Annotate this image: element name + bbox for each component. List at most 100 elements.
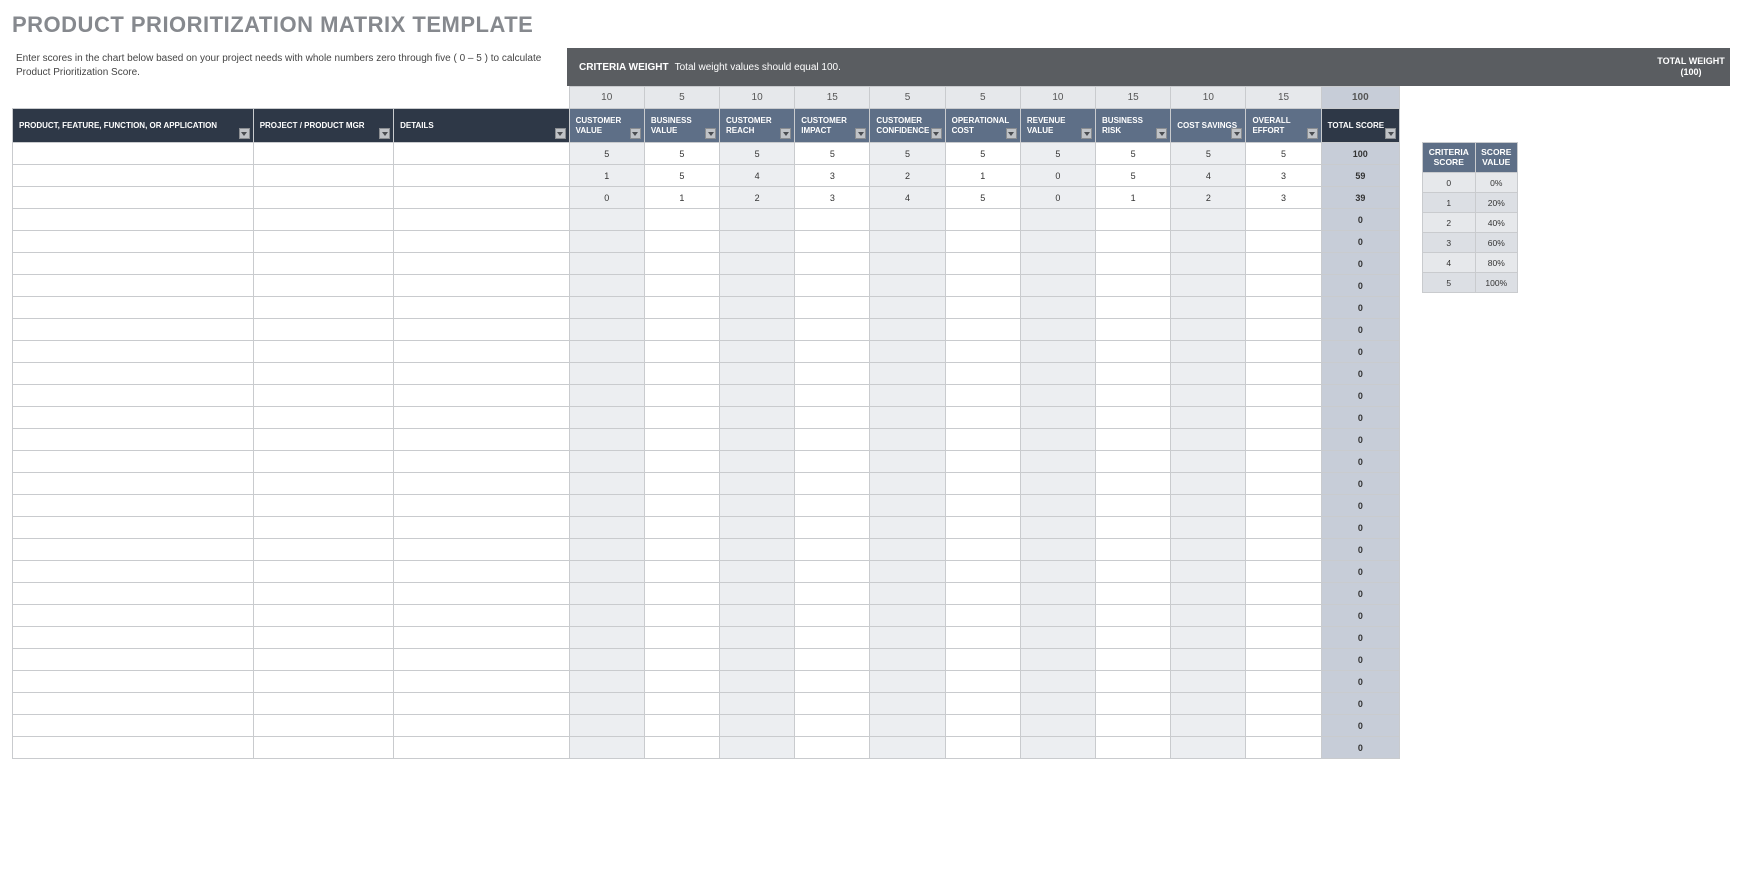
score-cell[interactable] bbox=[1246, 385, 1321, 407]
score-cell[interactable]: 5 bbox=[1096, 165, 1171, 187]
score-cell[interactable]: 4 bbox=[720, 165, 795, 187]
score-cell[interactable] bbox=[945, 407, 1020, 429]
mgr-cell[interactable] bbox=[253, 385, 393, 407]
product-cell[interactable] bbox=[13, 517, 254, 539]
score-cell[interactable] bbox=[945, 583, 1020, 605]
score-cell[interactable] bbox=[720, 627, 795, 649]
score-cell[interactable] bbox=[720, 539, 795, 561]
score-cell[interactable]: 3 bbox=[1246, 165, 1321, 187]
product-cell[interactable] bbox=[13, 253, 254, 275]
score-cell[interactable] bbox=[644, 561, 719, 583]
score-cell[interactable]: 5 bbox=[795, 143, 870, 165]
mgr-cell[interactable] bbox=[253, 363, 393, 385]
mgr-cell[interactable] bbox=[253, 407, 393, 429]
score-cell[interactable] bbox=[795, 583, 870, 605]
filter-dropdown-icon[interactable] bbox=[1006, 128, 1017, 139]
score-cell[interactable] bbox=[1020, 429, 1095, 451]
score-cell[interactable] bbox=[1171, 297, 1246, 319]
score-cell[interactable] bbox=[720, 715, 795, 737]
details-cell[interactable] bbox=[394, 671, 570, 693]
score-cell[interactable] bbox=[945, 737, 1020, 759]
mgr-cell[interactable] bbox=[253, 649, 393, 671]
score-cell[interactable] bbox=[569, 561, 644, 583]
score-cell[interactable] bbox=[569, 737, 644, 759]
score-cell[interactable] bbox=[644, 583, 719, 605]
score-cell[interactable] bbox=[870, 297, 945, 319]
score-cell[interactable] bbox=[1171, 693, 1246, 715]
score-cell[interactable] bbox=[870, 561, 945, 583]
score-cell[interactable] bbox=[1020, 693, 1095, 715]
filter-dropdown-icon[interactable] bbox=[1081, 128, 1092, 139]
product-cell[interactable] bbox=[13, 407, 254, 429]
score-cell[interactable] bbox=[795, 429, 870, 451]
score-cell[interactable] bbox=[1171, 231, 1246, 253]
score-cell[interactable]: 5 bbox=[720, 143, 795, 165]
product-cell[interactable] bbox=[13, 363, 254, 385]
score-cell[interactable] bbox=[870, 451, 945, 473]
mgr-cell[interactable] bbox=[253, 187, 393, 209]
mgr-cell[interactable] bbox=[253, 231, 393, 253]
filter-dropdown-icon[interactable] bbox=[555, 128, 566, 139]
score-cell[interactable] bbox=[1020, 341, 1095, 363]
filter-dropdown-icon[interactable] bbox=[705, 128, 716, 139]
score-cell[interactable] bbox=[1020, 715, 1095, 737]
score-cell[interactable] bbox=[1246, 495, 1321, 517]
score-cell[interactable] bbox=[1020, 627, 1095, 649]
score-cell[interactable] bbox=[1096, 605, 1171, 627]
score-cell[interactable] bbox=[1096, 385, 1171, 407]
score-cell[interactable] bbox=[1246, 319, 1321, 341]
product-cell[interactable] bbox=[13, 495, 254, 517]
details-cell[interactable] bbox=[394, 605, 570, 627]
score-cell[interactable] bbox=[1171, 737, 1246, 759]
details-cell[interactable] bbox=[394, 231, 570, 253]
score-cell[interactable] bbox=[720, 473, 795, 495]
score-cell[interactable] bbox=[644, 671, 719, 693]
score-cell[interactable] bbox=[1020, 671, 1095, 693]
score-cell[interactable]: 0 bbox=[569, 187, 644, 209]
score-cell[interactable] bbox=[1020, 407, 1095, 429]
score-cell[interactable] bbox=[870, 275, 945, 297]
criteria-weight-cell[interactable]: 10 bbox=[569, 87, 644, 109]
details-cell[interactable] bbox=[394, 627, 570, 649]
score-cell[interactable]: 5 bbox=[644, 143, 719, 165]
score-cell[interactable] bbox=[1171, 649, 1246, 671]
criteria-weight-cell[interactable]: 5 bbox=[644, 87, 719, 109]
score-cell[interactable] bbox=[720, 363, 795, 385]
score-cell[interactable] bbox=[870, 253, 945, 275]
score-cell[interactable] bbox=[1020, 649, 1095, 671]
score-cell[interactable] bbox=[1096, 451, 1171, 473]
score-cell[interactable] bbox=[1246, 231, 1321, 253]
score-cell[interactable] bbox=[1020, 737, 1095, 759]
score-cell[interactable] bbox=[1096, 715, 1171, 737]
score-cell[interactable]: 5 bbox=[1171, 143, 1246, 165]
score-cell[interactable]: 5 bbox=[945, 143, 1020, 165]
score-cell[interactable] bbox=[945, 451, 1020, 473]
score-cell[interactable] bbox=[870, 407, 945, 429]
score-cell[interactable] bbox=[795, 275, 870, 297]
score-cell[interactable] bbox=[1246, 517, 1321, 539]
score-cell[interactable] bbox=[945, 605, 1020, 627]
mgr-cell[interactable] bbox=[253, 627, 393, 649]
score-cell[interactable] bbox=[644, 231, 719, 253]
score-cell[interactable] bbox=[1096, 583, 1171, 605]
score-cell[interactable] bbox=[1096, 495, 1171, 517]
score-cell[interactable] bbox=[1096, 627, 1171, 649]
score-cell[interactable] bbox=[569, 605, 644, 627]
product-cell[interactable] bbox=[13, 143, 254, 165]
score-cell[interactable] bbox=[1096, 341, 1171, 363]
score-cell[interactable] bbox=[1246, 649, 1321, 671]
score-cell[interactable] bbox=[870, 209, 945, 231]
details-cell[interactable] bbox=[394, 539, 570, 561]
score-cell[interactable] bbox=[644, 429, 719, 451]
score-cell[interactable] bbox=[945, 649, 1020, 671]
score-cell[interactable] bbox=[1246, 275, 1321, 297]
score-cell[interactable]: 5 bbox=[569, 143, 644, 165]
score-cell[interactable]: 0 bbox=[1020, 187, 1095, 209]
score-cell[interactable] bbox=[1020, 275, 1095, 297]
score-cell[interactable] bbox=[1020, 209, 1095, 231]
criteria-weight-cell[interactable]: 10 bbox=[720, 87, 795, 109]
score-cell[interactable] bbox=[870, 693, 945, 715]
score-cell[interactable] bbox=[1020, 605, 1095, 627]
details-cell[interactable] bbox=[394, 561, 570, 583]
score-cell[interactable]: 1 bbox=[945, 165, 1020, 187]
